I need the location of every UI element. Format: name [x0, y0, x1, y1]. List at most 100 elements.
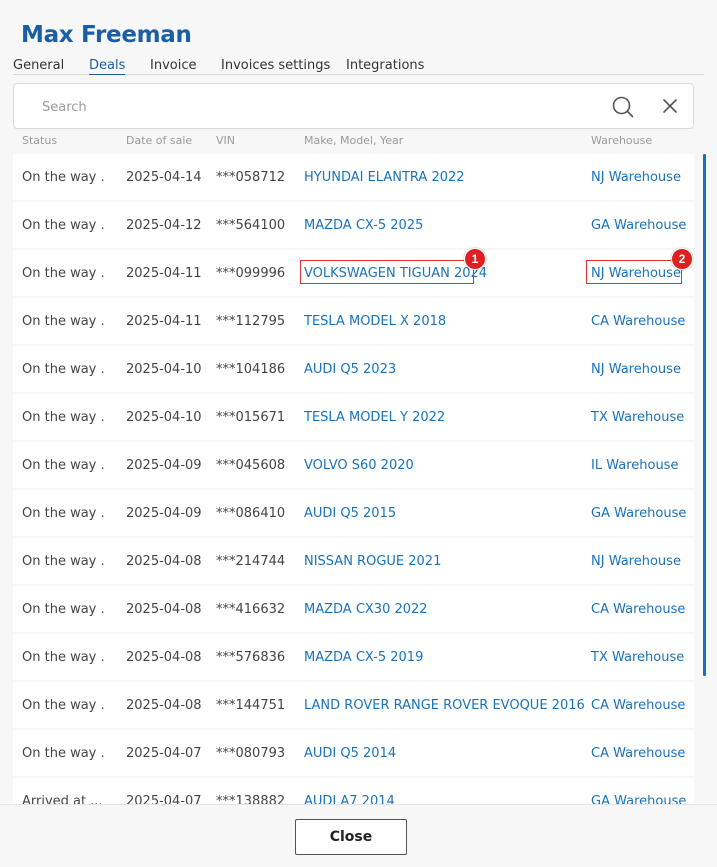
table-row[interactable]: On the way ... 2025-04-08 ***576836 MAZD… — [13, 634, 694, 680]
vin-cell: ***112795 — [216, 314, 286, 329]
date-cell: 2025-04-07 — [126, 746, 202, 761]
table-row[interactable]: On the way ... 2025-04-08 ***214744 NISS… — [13, 538, 694, 584]
model-link[interactable]: AUDI A7 2014 — [304, 794, 395, 804]
model-link[interactable]: AUDI Q5 2015 — [304, 506, 396, 521]
close-button[interactable]: Close — [295, 819, 407, 855]
tab-invoices-settings[interactable]: Invoices settings — [221, 58, 330, 74]
tab-deals[interactable]: Deals — [89, 58, 126, 75]
date-cell: 2025-04-12 — [126, 218, 202, 233]
tab-bar: General Deals Invoice Invoices settings … — [13, 58, 704, 75]
status-cell: On the way ... — [22, 410, 104, 425]
search-icon[interactable] — [612, 96, 634, 123]
warehouse-link[interactable]: GA Warehouse — [591, 794, 686, 804]
warehouse-link[interactable]: NJ Warehouse — [591, 170, 681, 185]
warehouse-link[interactable]: GA Warehouse — [591, 218, 686, 233]
warehouse-link[interactable]: CA Warehouse — [591, 746, 685, 761]
model-link[interactable]: LAND ROVER RANGE ROVER EVOQUE 2016 — [304, 698, 585, 713]
date-cell: 2025-04-14 — [126, 170, 202, 185]
vin-cell: ***058712 — [216, 170, 286, 185]
model-link[interactable]: VOLKSWAGEN TIGUAN 2024 — [304, 266, 487, 281]
warehouse-link[interactable]: NJ Warehouse — [591, 362, 681, 377]
search-input[interactable] — [42, 96, 602, 118]
model-link[interactable]: TESLA MODEL Y 2022 — [304, 410, 445, 425]
table-row[interactable]: On the way ... 2025-04-08 ***144751 LAND… — [13, 682, 694, 728]
column-header-model[interactable]: Make, Model, Year — [304, 134, 403, 147]
table-row[interactable]: On the way ... 2025-04-08 ***416632 MAZD… — [13, 586, 694, 632]
vin-cell: ***086410 — [216, 506, 286, 521]
table-row[interactable]: On the way ... 2025-04-09 ***086410 AUDI… — [13, 490, 694, 536]
status-cell: Arrived at ... — [22, 794, 103, 804]
vin-cell: ***045608 — [216, 458, 286, 473]
date-cell: 2025-04-08 — [126, 554, 202, 569]
vin-cell: ***416632 — [216, 602, 286, 617]
date-cell: 2025-04-08 — [126, 698, 202, 713]
table-row[interactable]: On the way ... 2025-04-07 ***080793 AUDI… — [13, 730, 694, 776]
table-row[interactable]: On the way ... 2025-04-10 ***104186 AUDI… — [13, 346, 694, 392]
model-link[interactable]: AUDI Q5 2014 — [304, 746, 396, 761]
dialog-footer: Close — [0, 804, 717, 867]
warehouse-link[interactable]: IL Warehouse — [591, 458, 678, 473]
date-cell: 2025-04-10 — [126, 410, 202, 425]
date-cell: 2025-04-08 — [126, 602, 202, 617]
date-cell: 2025-04-11 — [126, 266, 202, 281]
column-header-vin[interactable]: VIN — [216, 134, 235, 147]
warehouse-link[interactable]: CA Warehouse — [591, 602, 685, 617]
column-header-date[interactable]: Date of sale — [126, 134, 192, 147]
warehouse-link[interactable]: CA Warehouse — [591, 314, 685, 329]
model-link[interactable]: VOLVO S60 2020 — [304, 458, 414, 473]
model-link[interactable]: MAZDA CX30 2022 — [304, 602, 428, 617]
date-cell: 2025-04-08 — [126, 650, 202, 665]
status-cell: On the way ... — [22, 458, 104, 473]
model-link[interactable]: MAZDA CX-5 2025 — [304, 218, 423, 233]
vin-cell: ***138882 — [216, 794, 286, 804]
tab-general[interactable]: General — [13, 58, 64, 74]
tab-integrations[interactable]: Integrations — [346, 58, 424, 74]
date-cell: 2025-04-09 — [126, 458, 202, 473]
tab-invoice[interactable]: Invoice — [150, 58, 196, 74]
status-cell: On the way ... — [22, 506, 104, 521]
table-row[interactable]: On the way ... 2025-04-11 ***099996 VOLK… — [13, 250, 694, 296]
warehouse-link[interactable]: GA Warehouse — [591, 506, 686, 521]
status-cell: On the way ... — [22, 650, 104, 665]
table-row[interactable]: On the way ... 2025-04-10 ***015671 TESL… — [13, 394, 694, 440]
model-link[interactable]: HYUNDAI ELANTRA 2022 — [304, 170, 465, 185]
model-link[interactable]: MAZDA CX-5 2019 — [304, 650, 423, 665]
model-link[interactable]: AUDI Q5 2023 — [304, 362, 396, 377]
vin-cell: ***099996 — [216, 266, 286, 281]
status-cell: On the way ... — [22, 314, 104, 329]
vin-cell: ***080793 — [216, 746, 286, 761]
status-cell: On the way ... — [22, 602, 104, 617]
status-cell: On the way ... — [22, 554, 104, 569]
table-row[interactable]: On the way ... 2025-04-11 ***112795 TESL… — [13, 298, 694, 344]
vin-cell: ***214744 — [216, 554, 286, 569]
date-cell: 2025-04-11 — [126, 314, 202, 329]
vin-cell: ***576836 — [216, 650, 286, 665]
column-header-warehouse[interactable]: Warehouse — [591, 134, 652, 147]
column-header-status[interactable]: Status — [22, 134, 57, 147]
warehouse-link[interactable]: TX Warehouse — [591, 410, 684, 425]
warehouse-link[interactable]: NJ Warehouse — [591, 554, 681, 569]
status-cell: On the way ... — [22, 746, 104, 761]
date-cell: 2025-04-09 — [126, 506, 202, 521]
status-cell: On the way ... — [22, 218, 104, 233]
table-row[interactable]: Arrived at ... 2025-04-07 ***138882 AUDI… — [13, 778, 694, 804]
scrollbar[interactable] — [703, 154, 706, 676]
search-box — [13, 83, 694, 129]
annotation-badge: 2 — [671, 248, 693, 270]
model-link[interactable]: TESLA MODEL X 2018 — [304, 314, 446, 329]
vin-cell: ***564100 — [216, 218, 286, 233]
warehouse-link[interactable]: NJ Warehouse — [591, 266, 681, 281]
vin-cell: ***104186 — [216, 362, 286, 377]
warehouse-link[interactable]: TX Warehouse — [591, 650, 684, 665]
model-link[interactable]: NISSAN ROGUE 2021 — [304, 554, 441, 569]
warehouse-link[interactable]: CA Warehouse — [591, 698, 685, 713]
table-row[interactable]: On the way ... 2025-04-14 ***058712 HYUN… — [13, 154, 694, 200]
status-cell: On the way ... — [22, 170, 104, 185]
table-row[interactable]: On the way ... 2025-04-12 ***564100 MAZD… — [13, 202, 694, 248]
date-cell: 2025-04-07 — [126, 794, 202, 804]
deals-table[interactable]: On the way ... 2025-04-14 ***058712 HYUN… — [13, 154, 694, 804]
annotation-badge: 1 — [464, 248, 486, 270]
close-icon[interactable] — [662, 98, 678, 119]
table-row[interactable]: On the way ... 2025-04-09 ***045608 VOLV… — [13, 442, 694, 488]
page-title: Max Freeman — [21, 22, 192, 48]
